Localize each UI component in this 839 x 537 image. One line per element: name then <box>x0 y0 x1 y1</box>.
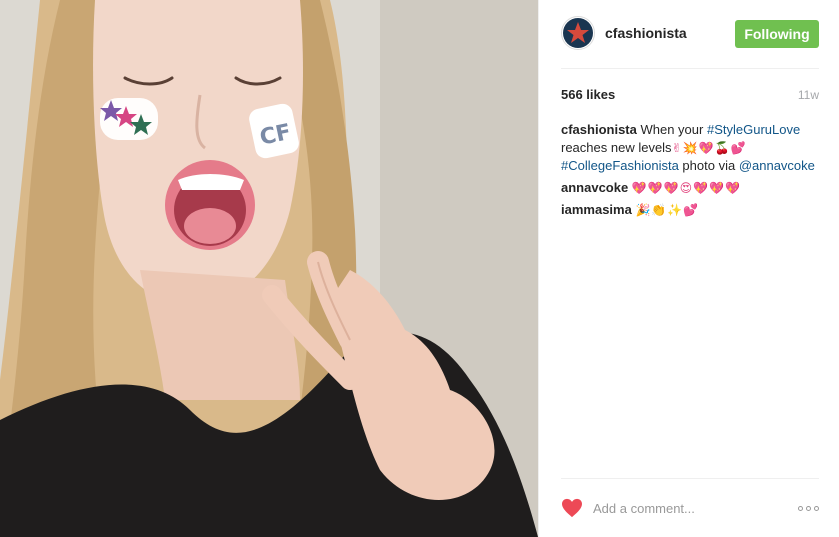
instagram-post: CF cfashionista Following 566 likes 11w … <box>0 0 839 537</box>
post-photo-illustration: CF <box>0 0 538 537</box>
dot-icon <box>814 505 819 511</box>
comment-username[interactable]: iammasima <box>561 202 632 217</box>
caption-text-2: reaches new levels <box>561 140 672 155</box>
header-divider <box>561 68 819 69</box>
post-side-panel: cfashionista Following 566 likes 11w cfa… <box>538 0 839 537</box>
dot-icon <box>798 505 803 511</box>
hashtag-link[interactable]: #CollegeFashionista <box>561 158 679 173</box>
caption-emoji: ✌💥💖🍒💕 <box>671 141 747 155</box>
post-time[interactable]: 11w <box>798 88 819 102</box>
comment-emoji: 💖💖💖😍💖💖💖 <box>631 181 741 195</box>
post-username[interactable]: cfashionista <box>605 25 687 41</box>
comment-username[interactable]: annavcoke <box>561 180 628 195</box>
star-logo-icon <box>563 18 593 48</box>
post-footer <box>539 479 839 537</box>
post-header: cfashionista Following <box>539 0 839 68</box>
stars-sticker-icon <box>100 98 158 140</box>
caption-username[interactable]: cfashionista <box>561 122 637 137</box>
dot-icon <box>806 505 811 511</box>
comment-emoji: 🎉👏✨💕 <box>635 203 700 217</box>
caption-text-1: When your <box>640 122 704 137</box>
following-button[interactable]: Following <box>735 20 819 48</box>
heart-icon-graphic <box>562 498 582 518</box>
more-options-icon[interactable] <box>798 502 822 514</box>
hashtag-link[interactable]: #StyleGuruLove <box>707 122 800 137</box>
avatar[interactable] <box>561 16 595 50</box>
post-photo[interactable]: CF <box>0 0 538 537</box>
comment-item: iammasima 🎉👏✨💕 <box>561 201 823 219</box>
add-comment-input[interactable] <box>593 497 793 519</box>
likes-count[interactable]: 566 likes <box>561 87 615 102</box>
caption: cfashionista When your #StyleGuruLove re… <box>561 121 823 175</box>
comment-item: annavcoke 💖💖💖😍💖💖💖 <box>561 179 823 197</box>
comments-list: cfashionista When your #StyleGuruLove re… <box>561 121 823 223</box>
mention-link[interactable]: @annavcoke <box>739 158 815 173</box>
heart-icon[interactable] <box>561 498 583 518</box>
caption-text-3: photo via <box>682 158 736 173</box>
